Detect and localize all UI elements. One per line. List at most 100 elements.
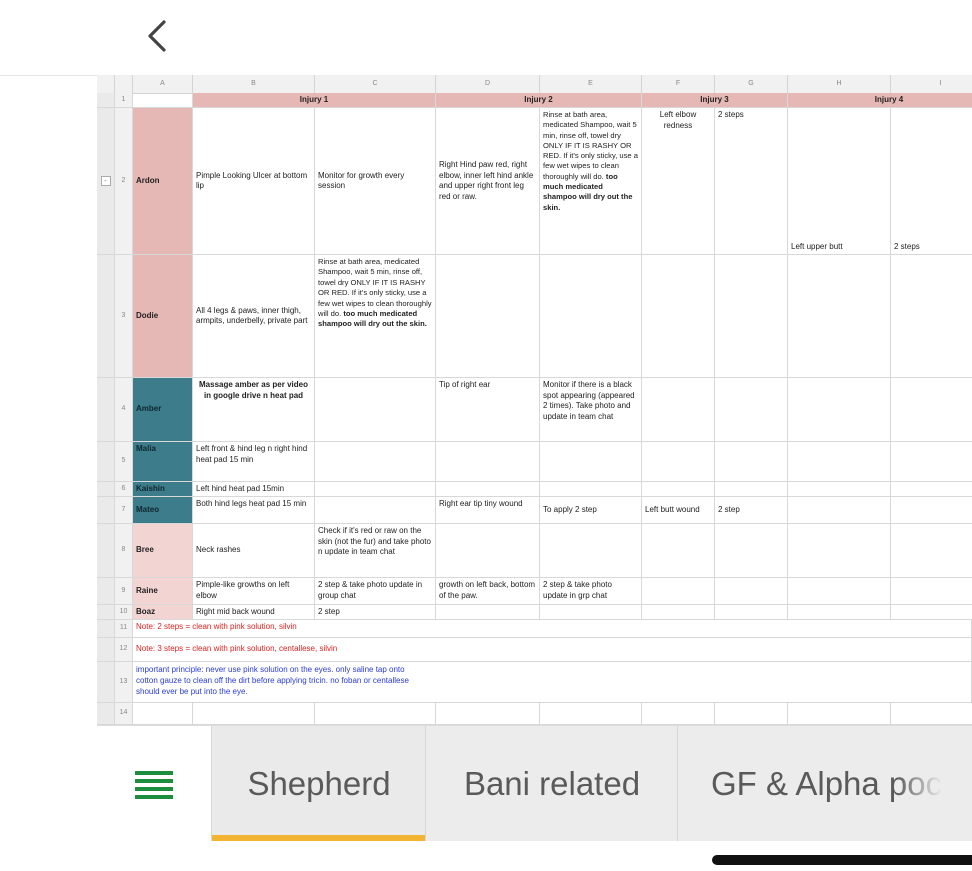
column-header[interactable]: I	[891, 75, 972, 93]
row-number[interactable]: 11	[115, 620, 133, 638]
cell[interactable]	[715, 378, 788, 442]
cell[interactable]	[436, 255, 540, 378]
cell[interactable]	[540, 255, 642, 378]
cell[interactable]: Rinse at bath area, medicated Shampoo, w…	[315, 255, 436, 378]
cell[interactable]	[315, 442, 436, 482]
row-number[interactable]: 14	[115, 703, 133, 725]
cell[interactable]	[788, 442, 891, 482]
cell[interactable]	[315, 497, 436, 524]
cell[interactable]	[436, 482, 540, 497]
cell[interactable]: 2 step	[315, 605, 436, 620]
dog-name-cell[interactable]: Ardon	[133, 108, 193, 255]
row-number[interactable]: 6	[115, 482, 133, 497]
cell[interactable]: Left butt wound	[642, 497, 715, 524]
cell[interactable]	[436, 524, 540, 578]
cell[interactable]: 2 step & take photo update in group chat	[315, 578, 436, 605]
cell[interactable]: Left elbow redness	[642, 108, 715, 255]
cell[interactable]	[788, 524, 891, 578]
cell[interactable]	[788, 605, 891, 620]
cell[interactable]	[436, 703, 540, 725]
cell[interactable]	[315, 378, 436, 442]
cell[interactable]	[788, 482, 891, 497]
cell[interactable]	[891, 482, 972, 497]
cell[interactable]	[715, 442, 788, 482]
cell[interactable]: 2 steps	[891, 108, 972, 255]
cell[interactable]	[891, 442, 972, 482]
cell[interactable]	[715, 703, 788, 725]
row-number[interactable]: 3	[115, 255, 133, 378]
tab-shepherd[interactable]: Shepherd	[211, 726, 426, 841]
cell[interactable]: Right mid back wound	[193, 605, 315, 620]
cell[interactable]	[788, 255, 891, 378]
cell[interactable]: 2 steps	[715, 108, 788, 255]
cell[interactable]	[642, 605, 715, 620]
cell[interactable]	[715, 524, 788, 578]
cell[interactable]	[193, 703, 315, 725]
cell[interactable]	[133, 703, 193, 725]
cell[interactable]	[540, 482, 642, 497]
cell[interactable]	[436, 605, 540, 620]
column-header[interactable]: A	[133, 75, 193, 93]
row-number[interactable]: 5	[115, 442, 133, 482]
row-number[interactable]: 2	[115, 108, 133, 255]
cell[interactable]	[540, 524, 642, 578]
note-cell[interactable]: Note: 2 steps = clean with pink solution…	[133, 620, 972, 638]
cell[interactable]	[715, 255, 788, 378]
cell[interactable]	[642, 255, 715, 378]
column-header[interactable]: E	[540, 75, 642, 93]
row-number[interactable]: 10	[115, 605, 133, 620]
cell[interactable]	[788, 378, 891, 442]
dog-name-cell[interactable]: Raine	[133, 578, 193, 605]
back-button[interactable]	[140, 16, 176, 56]
cell[interactable]	[642, 482, 715, 497]
cell[interactable]	[788, 497, 891, 524]
cell[interactable]	[715, 482, 788, 497]
column-header[interactable]: D	[436, 75, 540, 93]
dog-name-cell[interactable]: Mateo	[133, 497, 193, 524]
cell[interactable]: Right ear tip tiny wound	[436, 497, 540, 524]
cell[interactable]	[788, 578, 891, 605]
dog-name-cell[interactable]: Malia	[133, 442, 193, 482]
cell[interactable]: Neck rashes	[193, 524, 315, 578]
dog-name-cell[interactable]: Boaz	[133, 605, 193, 620]
cell[interactable]	[891, 578, 972, 605]
cell[interactable]: 2 step & take photo update in grp chat	[540, 578, 642, 605]
row-number[interactable]: 13	[115, 662, 133, 703]
cell[interactable]	[891, 605, 972, 620]
cell[interactable]	[891, 703, 972, 725]
cell[interactable]: To apply 2 step	[540, 497, 642, 524]
header-injury-3[interactable]: Injury 3	[642, 93, 788, 108]
note-cell[interactable]: important principle: never use pink solu…	[133, 662, 972, 703]
cell[interactable]	[642, 442, 715, 482]
tab-gf-alpha[interactable]: GF & Alpha poc	[677, 726, 972, 841]
cell[interactable]: Right Hind paw red, right elbow, inner l…	[436, 108, 540, 255]
column-header[interactable]: H	[788, 75, 891, 93]
row-number[interactable]: 4	[115, 378, 133, 442]
cell[interactable]	[642, 378, 715, 442]
cell[interactable]: Pimple Looking Ulcer at bottom lip	[193, 108, 315, 255]
cell[interactable]	[315, 703, 436, 725]
cell[interactable]	[715, 578, 788, 605]
column-header[interactable]: C	[315, 75, 436, 93]
column-header[interactable]: F	[642, 75, 715, 93]
cell[interactable]	[436, 442, 540, 482]
tab-bani-related[interactable]: Bani related	[425, 726, 678, 841]
cell[interactable]: growth on left back, bottom of the paw.	[436, 578, 540, 605]
cell[interactable]: Monitor for growth every session	[315, 108, 436, 255]
dog-name-cell[interactable]: Kaishin	[133, 482, 193, 497]
row-number[interactable]: 9	[115, 578, 133, 605]
cell[interactable]: All 4 legs & paws, inner thigh, armpits,…	[193, 255, 315, 378]
cell[interactable]: Monitor if there is a black spot appeari…	[540, 378, 642, 442]
cell[interactable]	[715, 605, 788, 620]
spreadsheet-grid[interactable]: A B C D E F G H I 1 Injury 1 Injury 2 In…	[97, 75, 972, 725]
cell[interactable]	[891, 255, 972, 378]
cell[interactable]: Left upper butt	[788, 108, 891, 255]
cell[interactable]	[891, 524, 972, 578]
cell[interactable]	[788, 703, 891, 725]
row-number[interactable]: 1	[115, 93, 133, 108]
cell[interactable]: Check if it's red or raw on the skin (no…	[315, 524, 436, 578]
cell[interactable]	[642, 703, 715, 725]
row-number[interactable]: 8	[115, 524, 133, 578]
dog-name-cell[interactable]: Dodie	[133, 255, 193, 378]
header-injury-2[interactable]: Injury 2	[436, 93, 642, 108]
